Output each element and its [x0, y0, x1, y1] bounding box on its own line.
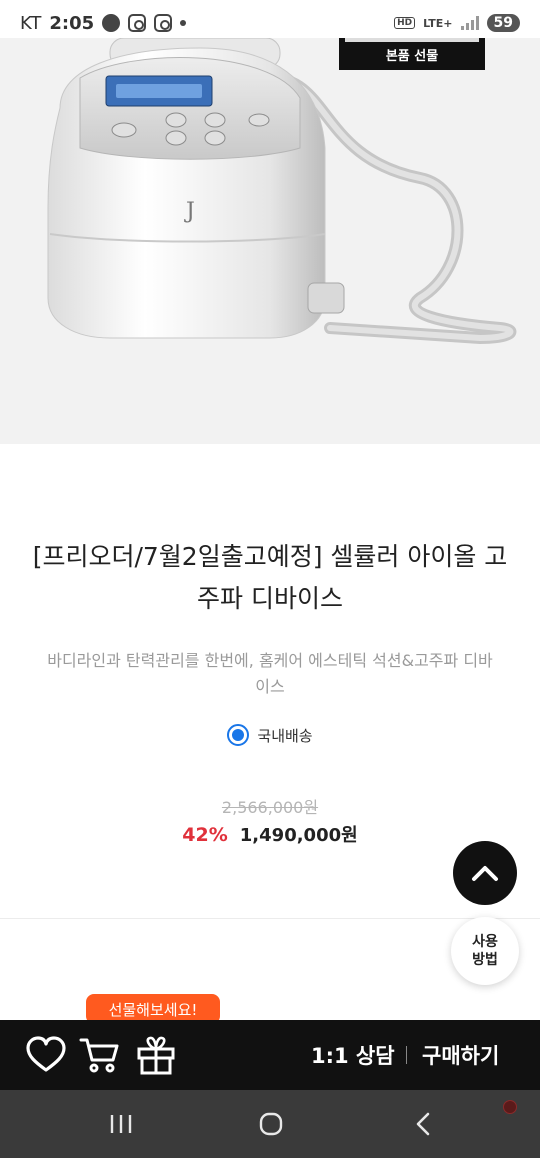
wishlist-button[interactable] — [24, 1020, 68, 1090]
home-button[interactable] — [241, 1090, 301, 1158]
hd-voice-icon: HD — [394, 17, 416, 29]
do-not-disturb-icon — [102, 14, 121, 32]
discount-rate: 42% — [182, 824, 228, 846]
recent-apps-icon — [110, 1115, 132, 1133]
consult-button[interactable]: 1:1 상담 — [311, 1020, 395, 1090]
sale-price: 1,490,000원 — [239, 825, 358, 846]
how-to-use-line2: 방법 — [472, 952, 498, 968]
shipping-option[interactable]: 국내배송 — [0, 724, 540, 746]
network-type: LTE+ — [423, 16, 453, 30]
svg-text:J: J — [184, 199, 195, 224]
status-left: KT 2:05 — [20, 12, 187, 34]
instagram-icon — [128, 14, 147, 32]
carrier-label: KT — [20, 12, 42, 34]
radio-selected-icon[interactable] — [227, 724, 250, 746]
shipping-option-label: 국내배송 — [257, 726, 313, 745]
how-to-use-line1: 사용 — [472, 934, 498, 950]
heart-icon — [26, 1036, 66, 1072]
status-right: HD LTE+ 59 — [394, 14, 520, 32]
product-image[interactable]: J 본품 선물 — [0, 38, 540, 444]
chevron-up-icon — [472, 866, 498, 881]
divider — [0, 918, 540, 919]
product-description: 바디라인과 탄력관리를 한번에, 홈케어 에스테틱 석션&고주파 디바이스 — [47, 651, 493, 696]
notification-dot-icon — [503, 1100, 517, 1114]
recent-apps-button[interactable] — [91, 1090, 151, 1158]
clock: 2:05 — [49, 12, 95, 34]
product-title: [프리오더/7월2일출고예정] 셀률러 아이올 고주파 디바이스 — [32, 542, 508, 613]
gift-tag: 본품 선물 — [339, 38, 485, 70]
app-screen: KT 2:05 HD LTE+ 59 J 본품 선물 [프리오더/7월2일출고예… — [0, 0, 540, 1158]
system-nav-bar — [0, 1090, 540, 1158]
gift-icon — [137, 1036, 175, 1075]
cart-button[interactable] — [78, 1020, 122, 1090]
instagram-icon — [154, 14, 173, 32]
more-notifications-icon — [180, 20, 187, 26]
bottom-action-bar: 1:1 상담 구매하기 — [0, 1020, 540, 1090]
buy-button[interactable]: 구매하기 — [422, 1020, 499, 1090]
back-button[interactable] — [393, 1090, 453, 1158]
battery-indicator: 59 — [486, 14, 520, 32]
home-icon — [259, 1112, 283, 1136]
gift-button[interactable] — [134, 1020, 178, 1090]
price-row: 42% 1,490,000원 — [0, 821, 540, 847]
signal-icon — [460, 16, 479, 30]
back-icon — [416, 1112, 430, 1136]
how-to-use-button[interactable]: 사용 방법 — [451, 917, 519, 985]
original-price: 2,566,000원 — [221, 798, 319, 817]
scroll-top-button[interactable] — [453, 841, 517, 905]
cart-icon — [79, 1038, 119, 1073]
action-separator — [406, 1046, 407, 1064]
device-illustration: J — [47, 38, 517, 345]
how-to-use-label: 사용 방법 — [472, 933, 498, 969]
